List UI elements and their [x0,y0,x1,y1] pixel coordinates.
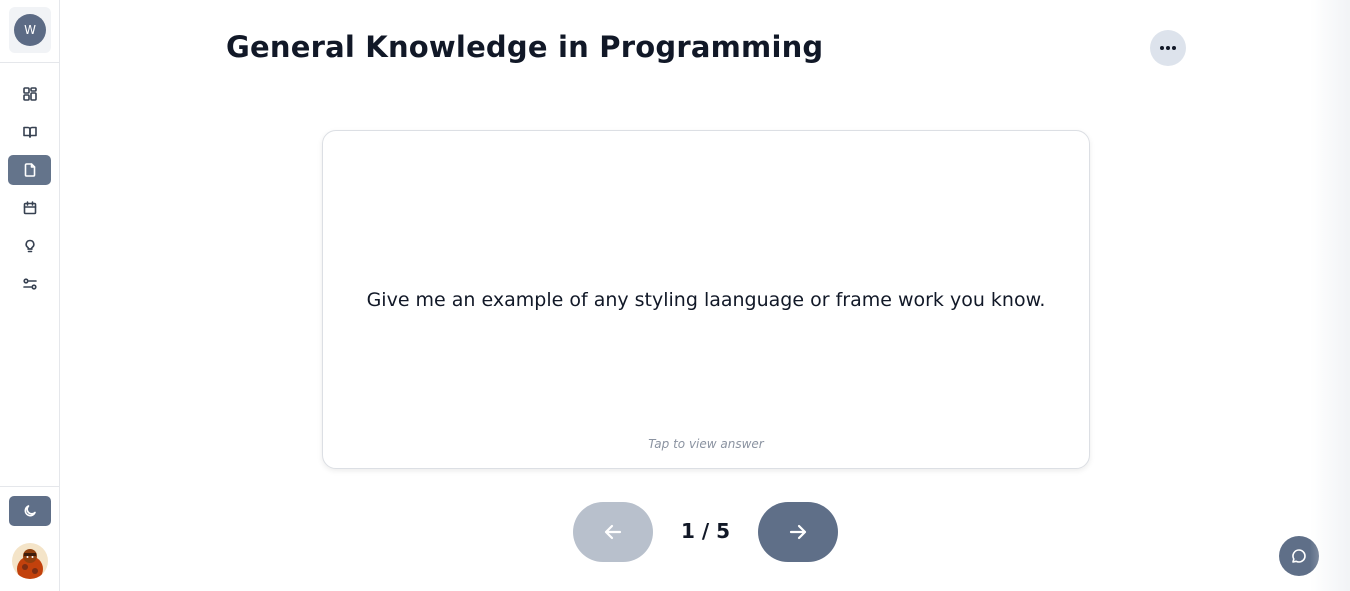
calendar-icon [23,201,36,215]
sidebar-item-ideas[interactable] [8,231,51,261]
arrow-right-icon [789,524,807,540]
next-card-button[interactable] [758,502,838,562]
flashcard-question: Give me an example of any styling laangu… [366,289,1046,311]
sidebar-divider-bottom [0,486,59,487]
workspace-logo[interactable]: W [9,7,51,53]
page-edge-shadow [1310,0,1350,591]
sidebar-item-settings[interactable] [8,269,51,299]
lightbulb-icon [24,239,35,253]
page-title: General Knowledge in Programming [226,30,824,64]
flashcard-hint: Tap to view answer [648,437,764,451]
book-icon [22,126,37,138]
avatar-image [12,543,48,579]
arrow-left-icon [604,524,622,540]
sidebar-item-flashcards[interactable] [8,155,51,185]
sidebar-item-library[interactable] [8,117,51,147]
sidebar-item-calendar[interactable] [8,193,51,223]
sidebar-divider [0,62,59,63]
sidebar: W [0,0,60,591]
workspace-logo-letter: W [14,14,46,46]
sliders-icon [22,278,37,290]
more-horizontal-icon [1160,46,1176,50]
flashcard[interactable]: Give me an example of any styling laangu… [322,130,1090,469]
dashboard-icon [22,87,37,101]
document-icon [24,163,35,177]
moon-icon [24,505,36,517]
more-options-button[interactable] [1150,30,1186,66]
previous-card-button[interactable] [573,502,653,562]
theme-toggle-button[interactable] [9,496,51,526]
card-counter: 1 / 5 [680,519,731,543]
chat-icon [1292,549,1306,563]
sidebar-item-dashboard[interactable] [8,79,51,109]
user-avatar[interactable] [12,543,48,579]
